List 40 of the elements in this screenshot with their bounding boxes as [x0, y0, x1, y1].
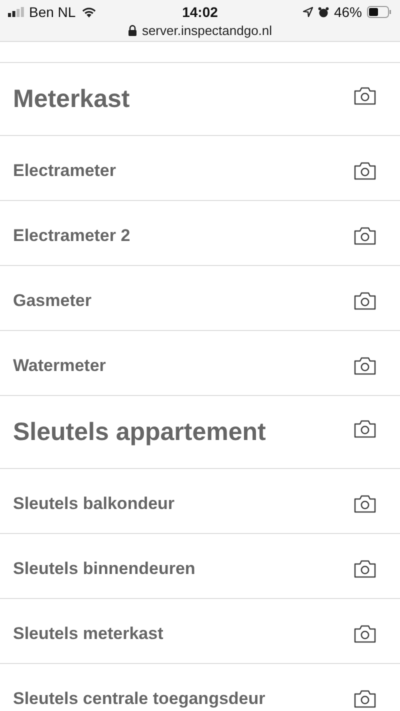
battery-percentage: 46%	[334, 4, 362, 20]
camera-icon	[354, 227, 376, 245]
camera-icon	[354, 560, 376, 578]
camera-icon	[354, 162, 376, 180]
camera-button[interactable]	[354, 560, 376, 578]
item-label: Sleutels meterkast	[13, 624, 164, 644]
camera-button[interactable]	[354, 87, 376, 105]
battery-icon	[367, 6, 392, 18]
wifi-icon	[80, 6, 97, 18]
camera-icon	[354, 690, 376, 708]
alarm-clock-icon	[318, 6, 329, 18]
clock-time: 14:02	[182, 4, 218, 20]
camera-icon	[354, 495, 376, 513]
camera-button[interactable]	[354, 227, 376, 245]
camera-button[interactable]	[354, 162, 376, 180]
carrier-name: Ben NL	[29, 4, 76, 20]
signal-icon	[8, 7, 24, 17]
camera-button[interactable]	[354, 625, 376, 643]
camera-button[interactable]	[354, 292, 376, 310]
camera-icon	[354, 357, 376, 375]
url-text: server.inspectandgo.nl	[142, 23, 272, 38]
camera-icon	[354, 420, 376, 438]
camera-button[interactable]	[354, 495, 376, 513]
location-arrow-icon	[302, 7, 313, 17]
section-heading: Sleutels appartement	[13, 418, 266, 446]
lock-icon	[128, 25, 137, 36]
item-label: Electrameter	[13, 161, 116, 181]
item-label: Sleutels centrale toegangsdeur	[13, 689, 266, 709]
section-heading: Meterkast	[13, 84, 130, 114]
item-label: Sleutels binnendeuren	[13, 559, 196, 579]
camera-icon	[354, 292, 376, 310]
camera-icon	[354, 625, 376, 643]
camera-icon	[354, 87, 376, 105]
camera-button[interactable]	[354, 357, 376, 375]
item-label: Sleutels balkondeur	[13, 494, 175, 514]
camera-button[interactable]	[354, 690, 376, 708]
item-label: Gasmeter	[13, 291, 92, 311]
item-label: Electrameter 2	[13, 226, 130, 246]
item-label: Watermeter	[13, 356, 106, 376]
camera-button[interactable]	[354, 420, 376, 438]
